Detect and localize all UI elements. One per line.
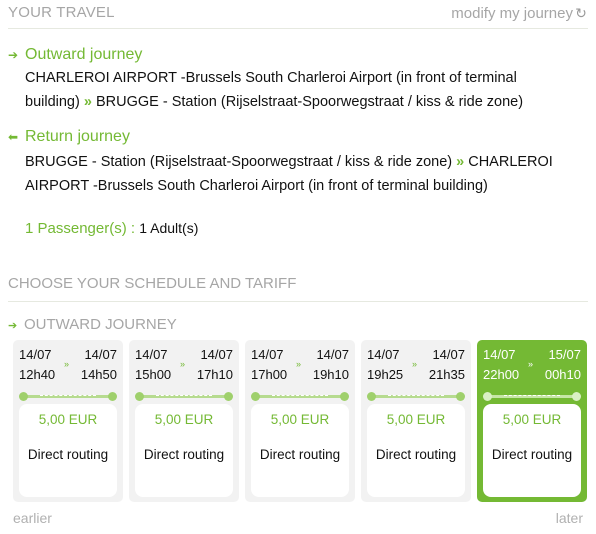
return-route: BRUGGE - Station (Rijselstraat-Spoorwegs… <box>25 150 585 198</box>
fare-box: 5,00 EUR Direct routing <box>367 404 465 497</box>
later-link[interactable]: later <box>556 510 583 526</box>
routing-type: Direct routing <box>491 447 573 462</box>
chevron-icon: » <box>64 359 70 369</box>
arrival-time: 21h35 <box>428 367 465 382</box>
passengers-label: 1 Passenger(s) : <box>25 220 136 237</box>
timeline-start-dot <box>19 392 28 401</box>
modify-journey-label: modify my journey <box>451 5 573 22</box>
timeline-end-dot <box>340 392 349 401</box>
outward-route-line2: building) » BRUGGE - Station (Rijselstra… <box>25 90 585 114</box>
outward-journey-label: Outward journey <box>25 46 143 63</box>
schedule-card[interactable]: 14/07 17h00 » 14/07 19h10 5,00 EUR Direct rout… <box>245 340 355 502</box>
fare-box: 5,00 EUR Direct routing <box>19 404 117 497</box>
routing-type: Direct routing <box>375 447 457 462</box>
arrow-right-icon: ➔ <box>8 320 18 332</box>
departure-time: 12h40 <box>19 367 56 382</box>
outward-route-line1: CHARLEROI AIRPORT -Brussels South Charle… <box>25 70 517 86</box>
trip-timeline <box>19 392 117 401</box>
departure-time: 22h00 <box>483 367 520 382</box>
fare-price: 5,00 EUR <box>386 412 446 427</box>
passengers-summary: 1 Passenger(s) : 1 Adult(s) <box>25 220 198 237</box>
fare-box: 5,00 EUR Direct routing <box>483 404 581 497</box>
departure-date: 14/07 <box>367 347 400 362</box>
return-journey-label: Return journey <box>25 128 130 145</box>
passengers-value: 1 Adult(s) <box>139 220 199 236</box>
trip-timeline <box>367 392 465 401</box>
routing-type: Direct routing <box>27 447 109 462</box>
timeline-end-dot <box>224 392 233 401</box>
your-travel-header: YOUR TRAVEL modify my journey ↻ <box>8 2 588 29</box>
timeline-start-dot <box>135 392 144 401</box>
arrival-time: 00h10 <box>544 367 581 382</box>
departure-time: 19h25 <box>367 367 404 382</box>
arrival-time: 14h50 <box>80 367 117 382</box>
chevron-icon: » <box>412 359 418 369</box>
routing-type: Direct routing <box>259 447 341 462</box>
timeline-dashes <box>40 395 96 396</box>
timeline-end-dot <box>456 392 465 401</box>
timeline-end-dot <box>108 392 117 401</box>
schedule-card[interactable]: 14/07 22h00 » 15/07 00h10 5,00 EUR Direct rout… <box>477 340 587 502</box>
timeline-dashes <box>504 395 560 396</box>
modify-journey-link[interactable]: modify my journey ↻ <box>451 5 588 22</box>
earlier-link[interactable]: earlier <box>13 510 52 526</box>
fare-price: 5,00 EUR <box>38 412 98 427</box>
timeline-dashes <box>156 395 212 396</box>
fare-price: 5,00 EUR <box>270 412 330 427</box>
fare-price: 5,00 EUR <box>154 412 214 427</box>
departure-time: 15h00 <box>135 367 172 382</box>
departure-date: 14/07 <box>19 347 52 362</box>
your-travel-title: YOUR TRAVEL <box>8 4 115 21</box>
chevron-icon: » <box>296 359 302 369</box>
timeline-dashes <box>388 395 444 396</box>
chevron-icon: » <box>180 359 186 369</box>
outward-schedule-label: OUTWARD JOURNEY <box>24 316 177 333</box>
fare-box: 5,00 EUR Direct routing <box>135 404 233 497</box>
refresh-icon: ↻ <box>575 5 587 21</box>
timeline-end-dot <box>572 392 581 401</box>
outward-route: CHARLEROI AIRPORT -Brussels South Charle… <box>25 66 585 114</box>
return-journey-title: ⬅ Return journey <box>8 128 130 146</box>
arrow-left-icon: ⬅ <box>8 130 19 144</box>
fare-box: 5,00 EUR Direct routing <box>251 404 349 497</box>
timeline-start-dot <box>367 392 376 401</box>
outward-route-origin-end: building) <box>25 94 80 110</box>
arrival-time: 17h10 <box>196 367 233 382</box>
chevron-icon: » <box>528 359 534 369</box>
return-route-origin: BRUGGE - Station (Rijselstraat-Spoorwegs… <box>25 154 453 170</box>
trip-timeline <box>483 392 581 401</box>
timeline-dashes <box>272 395 328 396</box>
route-separator: » <box>456 154 465 170</box>
outward-journey-title: ➔ Outward journey <box>8 46 142 64</box>
timeline-start-dot <box>251 392 260 401</box>
schedule-card[interactable]: 14/07 12h40 » 14/07 14h50 5,00 EUR Direct rout… <box>13 340 123 502</box>
route-separator: » <box>83 94 92 110</box>
return-route-line1: BRUGGE - Station (Rijselstraat-Spoorwegs… <box>25 150 585 174</box>
trip-timeline <box>251 392 349 401</box>
arrival-date: 14/07 <box>316 347 349 362</box>
timeline-start-dot <box>483 392 492 401</box>
departure-date: 14/07 <box>135 347 168 362</box>
arrow-right-icon: ➔ <box>8 48 19 62</box>
schedule-card[interactable]: 14/07 15h00 » 14/07 17h10 5,00 EUR Direct rout… <box>129 340 239 502</box>
schedule-card[interactable]: 14/07 19h25 » 14/07 21h35 5,00 EUR Direct rout… <box>361 340 471 502</box>
outward-route-destination: BRUGGE - Station (Rijselstraat-Spoorwegs… <box>95 94 524 110</box>
return-route-destination-start: CHARLEROI <box>468 154 553 170</box>
departure-date: 14/07 <box>483 347 516 362</box>
schedule-section-title: CHOOSE YOUR SCHEDULE AND TARIFF <box>8 275 297 292</box>
schedule-section-header: CHOOSE YOUR SCHEDULE AND TARIFF <box>8 273 588 302</box>
arrival-date: 14/07 <box>200 347 233 362</box>
fare-price: 5,00 EUR <box>502 412 562 427</box>
arrival-date: 14/07 <box>84 347 117 362</box>
departure-date: 14/07 <box>251 347 284 362</box>
outward-schedule-title: ➔ OUTWARD JOURNEY <box>8 316 177 333</box>
trip-timeline <box>135 392 233 401</box>
arrival-time: 19h10 <box>312 367 349 382</box>
arrival-date: 14/07 <box>432 347 465 362</box>
arrival-date: 15/07 <box>548 347 581 362</box>
departure-time: 17h00 <box>251 367 288 382</box>
return-route-line2: AIRPORT -Brussels South Charleroi Airpor… <box>25 178 488 194</box>
routing-type: Direct routing <box>143 447 225 462</box>
